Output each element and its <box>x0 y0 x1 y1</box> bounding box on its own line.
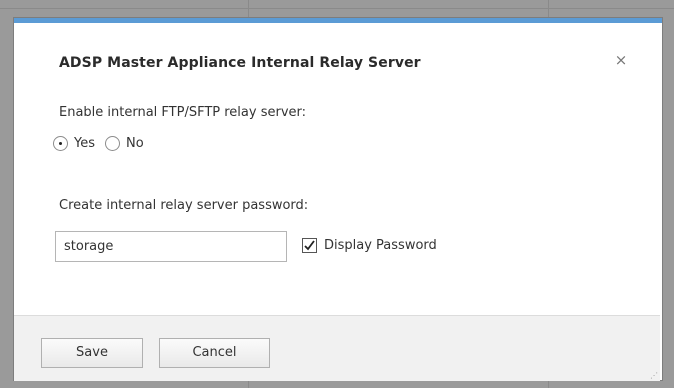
relay-server-dialog: ADSP Master Appliance Internal Relay Ser… <box>14 18 662 381</box>
radio-no-label[interactable]: No <box>126 136 144 151</box>
dialog-footer: Save Cancel ⋰ <box>14 315 660 381</box>
cancel-button[interactable]: Cancel <box>159 338 270 368</box>
radio-no[interactable] <box>105 136 120 151</box>
radio-yes-label[interactable]: Yes <box>74 136 95 151</box>
dialog-title: ADSP Master Appliance Internal Relay Ser… <box>59 55 421 71</box>
enable-relay-label: Enable internal FTP/SFTP relay server: <box>59 105 307 120</box>
save-button[interactable]: Save <box>41 338 143 368</box>
display-password-checkbox[interactable] <box>302 238 317 253</box>
close-icon[interactable]: × <box>612 51 630 69</box>
display-password-label[interactable]: Display Password <box>324 238 437 253</box>
password-input[interactable] <box>55 231 287 262</box>
radio-yes[interactable] <box>53 136 68 151</box>
enable-relay-radio-group: Yes No <box>53 136 154 151</box>
display-password-toggle[interactable]: Display Password <box>302 238 437 253</box>
modal-backdrop: ADSP Master Appliance Internal Relay Ser… <box>0 0 674 388</box>
check-icon <box>304 240 315 251</box>
password-label: Create internal relay server password: <box>59 198 309 213</box>
background-divider <box>0 8 674 9</box>
resize-grip-icon[interactable]: ⋰ <box>650 371 658 380</box>
